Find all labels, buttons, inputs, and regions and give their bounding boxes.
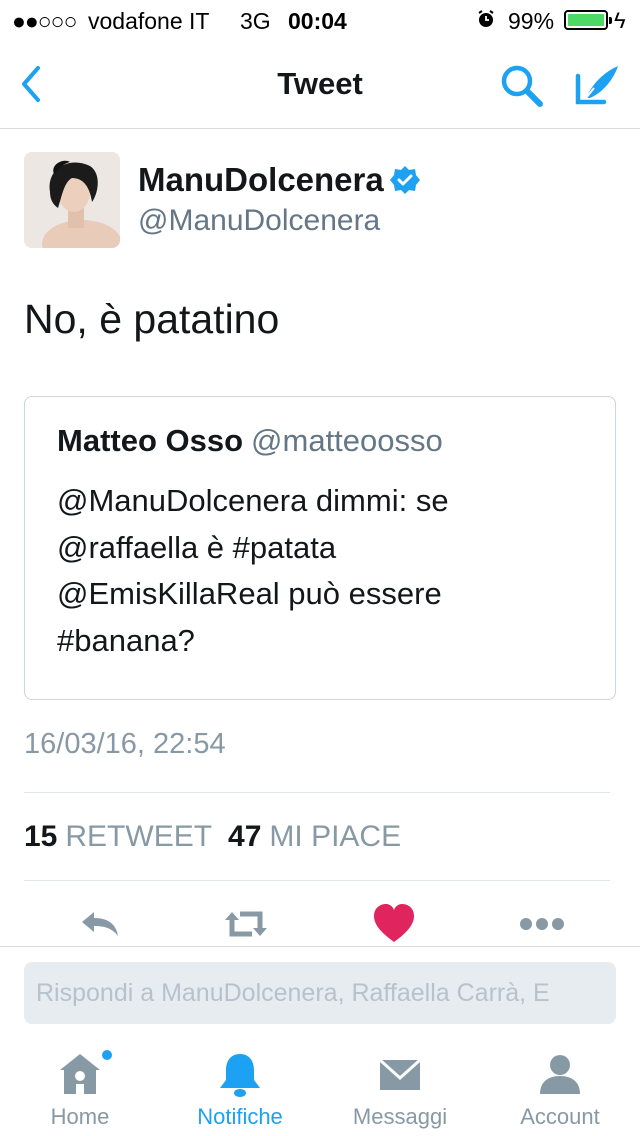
tab-messages[interactable]: Messaggi <box>320 1040 480 1136</box>
reply-icon[interactable] <box>76 900 124 948</box>
divider <box>24 880 610 881</box>
author-row: ManuDolcenera <box>138 160 420 200</box>
retweet-count[interactable]: 15 <box>24 820 57 853</box>
alarm-icon <box>478 10 494 27</box>
tweet-timestamp: 16/03/16, 22:54 <box>24 728 226 760</box>
person-icon <box>540 1055 580 1094</box>
tab-label: Account <box>520 1104 600 1129</box>
more-icon[interactable] <box>518 900 566 948</box>
envelope-icon <box>378 1058 422 1090</box>
signal-strength: ●●○○○ <box>12 8 77 34</box>
quoted-text-line: @raffaella è #patata <box>57 530 337 565</box>
avatar[interactable] <box>24 152 120 248</box>
heart-icon[interactable] <box>370 900 418 948</box>
reply-box <box>24 962 616 1024</box>
clock: 00:04 <box>288 8 347 34</box>
quoted-tweet[interactable]: Matteo Osso @matteoosso @ManuDolcenera di… <box>24 396 616 700</box>
divider <box>24 792 610 793</box>
quoted-author-name: Matteo Osso <box>57 423 244 458</box>
nav-bar: Tweet <box>0 40 640 129</box>
quoted-header: Matteo Osso @matteoosso <box>57 423 443 459</box>
tab-home[interactable]: Home <box>0 1040 160 1136</box>
author-name[interactable]: ManuDolcenera <box>138 161 384 199</box>
quoted-text-line: @ManuDolcenera dimmi: se <box>57 483 449 518</box>
notification-dot <box>102 1050 112 1060</box>
tab-bar: Home Notifiche Messaggi Account <box>0 1040 640 1136</box>
page-title: Tweet <box>277 66 363 101</box>
like-label[interactable]: MI PIACE <box>269 820 401 853</box>
home-icon <box>60 1054 100 1094</box>
carrier-name: vodafone IT <box>88 8 210 34</box>
verified-badge-icon <box>389 166 420 194</box>
divider <box>0 946 640 947</box>
battery-icon <box>564 10 612 30</box>
network-type: 3G <box>240 8 271 34</box>
tab-account[interactable]: Account <box>480 1040 640 1136</box>
quoted-author-handle: @matteoosso <box>251 423 443 458</box>
reply-input[interactable] <box>24 962 616 1024</box>
author-handle[interactable]: @ManuDolcenera <box>138 204 380 238</box>
bell-icon <box>220 1054 260 1097</box>
tab-label: Notifiche <box>197 1104 283 1129</box>
like-count[interactable]: 47 <box>228 820 261 853</box>
tab-notifications[interactable]: Notifiche <box>160 1040 320 1136</box>
tab-label: Messaggi <box>352 1104 448 1129</box>
status-bar: ●●○○○ vodafone IT 3G 00:04 99% ϟ <box>0 0 640 40</box>
quoted-text-line: #banana? <box>57 623 195 658</box>
tab-label: Home <box>50 1104 110 1129</box>
quoted-text-line: @EmisKillaReal può essere <box>57 576 442 611</box>
retweet-icon[interactable] <box>222 900 270 948</box>
battery-percent: 99% <box>508 8 555 34</box>
tweet-stats: 15 RETWEET 47 MI PIACE <box>24 820 401 854</box>
search-icon[interactable] <box>498 62 544 108</box>
tweet-text: No, è patatino <box>24 296 280 342</box>
retweet-label[interactable]: RETWEET <box>65 820 212 853</box>
compose-tweet-icon[interactable] <box>572 62 622 108</box>
charging-icon: ϟ <box>614 8 626 33</box>
